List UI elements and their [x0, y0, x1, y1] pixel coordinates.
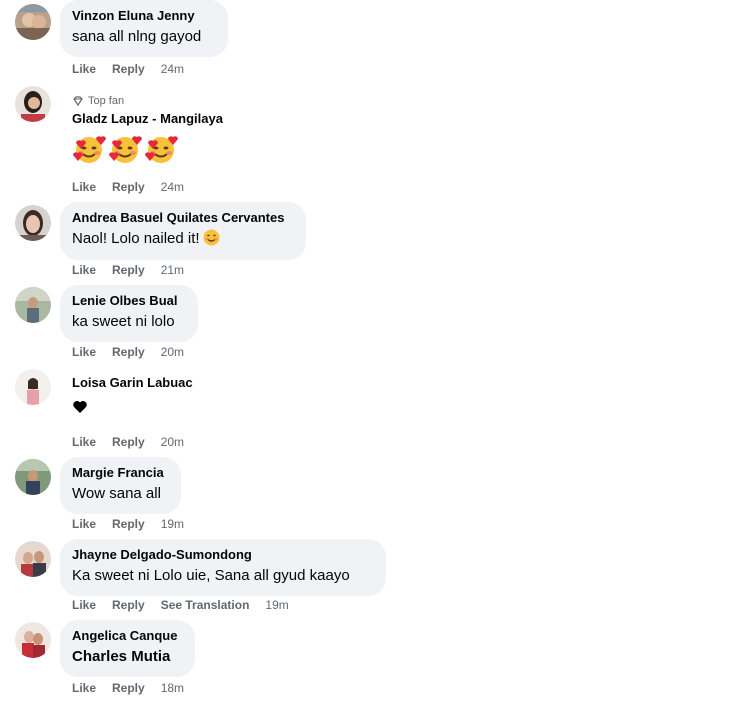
avatar[interactable]	[15, 205, 51, 241]
top-fan-label: Top fan	[88, 95, 125, 107]
comment-text	[72, 399, 208, 421]
comment-bubble: Angelica Canque Charles Mutia	[60, 620, 195, 677]
reply-button[interactable]: Reply	[112, 345, 145, 359]
comment-text: Ka sweet ni Lolo uie, Sana all gyud kaay…	[72, 567, 350, 584]
like-button[interactable]: Like	[72, 263, 96, 277]
comment-bubble: Andrea Basuel Quilates Cervantes Naol! L…	[60, 202, 306, 260]
reply-button[interactable]: Reply	[112, 681, 145, 695]
comment-author[interactable]: Lenie Olbes Bual	[72, 293, 186, 309]
avatar[interactable]	[15, 4, 51, 40]
top-fan-badge: Top fan	[72, 94, 223, 108]
like-button[interactable]: Like	[72, 345, 96, 359]
comment-text: ka sweet ni lolo	[72, 313, 175, 330]
reply-button[interactable]: Reply	[112, 598, 145, 612]
like-button[interactable]: Like	[72, 180, 96, 194]
smiling-face-icon	[203, 229, 220, 246]
comment-bubble: Lenie Olbes Bual ka sweet ni lolo	[60, 285, 198, 342]
like-button[interactable]: Like	[72, 435, 96, 449]
like-button[interactable]: Like	[72, 62, 96, 76]
comment-author[interactable]: Jhayne Delgado-Sumondong	[72, 547, 374, 563]
comment-actions: Like Reply 20m	[72, 345, 184, 359]
comment-author[interactable]: Gladz Lapuz - Mangilaya	[72, 111, 223, 127]
reply-button[interactable]: Reply	[112, 263, 145, 277]
comment-text: sana all nlng gayod	[72, 28, 202, 45]
comment-bubble: Top fan Gladz Lapuz - Mangilaya	[60, 86, 235, 174]
comment-actions: Like Reply 20m	[72, 435, 184, 449]
avatar[interactable]	[15, 622, 51, 658]
comment-actions: Like Reply 24m	[72, 62, 184, 76]
comment-time[interactable]: 24m	[161, 62, 184, 76]
comment-time[interactable]: 20m	[161, 345, 184, 359]
comment-actions: Like Reply See Translation 19m	[72, 598, 289, 612]
comment-bubble: Loisa Garin Labuac	[60, 367, 220, 441]
like-button[interactable]: Like	[72, 517, 96, 531]
reply-button[interactable]: Reply	[112, 180, 145, 194]
comment-author[interactable]: Angelica Canque	[72, 628, 183, 644]
smiling-face-with-hearts-icon	[145, 136, 178, 163]
comment-author[interactable]: Andrea Basuel Quilates Cervantes	[72, 210, 294, 226]
comment-actions: Like Reply 18m	[72, 681, 184, 695]
avatar[interactable]	[15, 369, 51, 405]
like-button[interactable]: Like	[72, 598, 96, 612]
reply-button[interactable]: Reply	[112, 435, 145, 449]
comment-actions: Like Reply 21m	[72, 263, 184, 277]
comment-time[interactable]: 19m	[161, 517, 184, 531]
smiling-face-with-hearts-icon	[73, 136, 106, 163]
comment-author[interactable]: Margie Francia	[72, 465, 169, 481]
comment-actions: Like Reply 19m	[72, 517, 184, 531]
mentioned-user-link[interactable]: Charles Mutia	[72, 647, 183, 667]
comment-text: Wow sana all	[72, 485, 161, 502]
smiling-face-with-hearts-icon	[109, 136, 142, 163]
comment-author[interactable]: Loisa Garin Labuac	[72, 375, 208, 391]
avatar[interactable]	[15, 86, 51, 122]
comment-time[interactable]: 18m	[161, 681, 184, 695]
comment-bubble: Margie Francia Wow sana all	[60, 457, 181, 514]
reply-button[interactable]: Reply	[112, 517, 145, 531]
comment-bubble: Vinzon Eluna Jenny sana all nlng gayod	[60, 0, 228, 57]
comment-bubble: Jhayne Delgado-Sumondong Ka sweet ni Lol…	[60, 539, 386, 596]
comment-text: Naol! Lolo nailed it!	[72, 229, 294, 249]
comment-time[interactable]: 19m	[265, 598, 288, 612]
like-button[interactable]: Like	[72, 681, 96, 695]
comment-time[interactable]: 20m	[161, 435, 184, 449]
avatar[interactable]	[15, 287, 51, 323]
see-translation-button[interactable]: See Translation	[161, 598, 250, 612]
comment-list: Vinzon Eluna Jenny sana all nlng gayod L…	[0, 0, 750, 701]
comment-text-value: Naol! Lolo nailed it!	[72, 230, 200, 247]
comment-author[interactable]: Vinzon Eluna Jenny	[72, 8, 216, 24]
comment-actions: Like Reply 24m	[72, 180, 184, 194]
diamond-icon	[73, 96, 83, 107]
emoji-row	[72, 133, 223, 165]
reply-button[interactable]: Reply	[112, 62, 145, 76]
comment-time[interactable]: 24m	[161, 180, 184, 194]
comment-time[interactable]: 21m	[161, 263, 184, 277]
avatar[interactable]	[15, 459, 51, 495]
avatar[interactable]	[15, 541, 51, 577]
black-heart-icon	[73, 401, 87, 413]
